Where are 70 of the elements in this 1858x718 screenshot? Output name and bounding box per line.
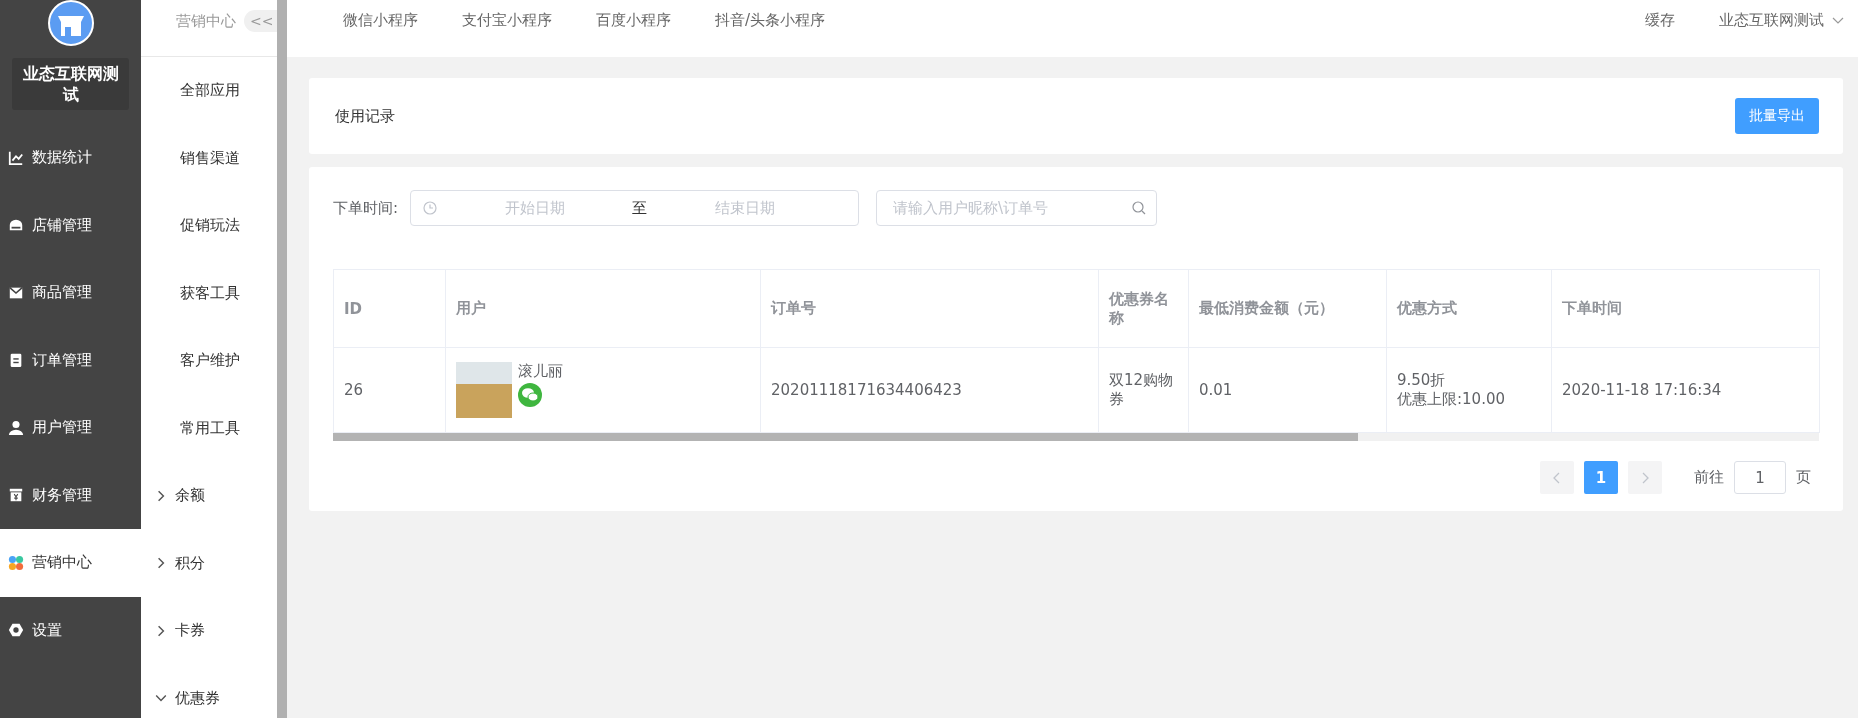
nav-tab[interactable]: 支付宝小程序 xyxy=(462,11,552,30)
submenu-item[interactable]: 客户维护 xyxy=(141,327,277,395)
column-header: 优惠券名称 xyxy=(1098,269,1189,348)
column-header: 订单号 xyxy=(760,269,1099,348)
page-suffix: 页 xyxy=(1796,468,1811,487)
store-logo xyxy=(47,0,94,46)
petals-icon xyxy=(8,554,24,571)
mail-icon xyxy=(8,284,24,301)
nav-tab[interactable]: 百度小程序 xyxy=(596,11,671,30)
chevron-left-icon xyxy=(1553,471,1561,484)
range-separator: 至 xyxy=(632,198,648,218)
nav-item[interactable]: 用户管理 xyxy=(0,394,141,462)
chart-icon xyxy=(8,149,24,166)
user-name: 滚儿丽 xyxy=(518,362,563,381)
submenu-item[interactable]: 常用工具 xyxy=(141,394,277,462)
submenu-item[interactable]: 余额 xyxy=(141,462,277,530)
table-cell: 2020-11-18 17:16:34 xyxy=(1551,347,1820,433)
nav-item[interactable]: 订单管理 xyxy=(0,326,141,394)
cache-link[interactable]: 缓存 xyxy=(1645,11,1675,30)
table-cell: 0.01 xyxy=(1188,347,1387,433)
end-date-placeholder: 结束日期 xyxy=(713,198,776,218)
page-title: 使用记录 xyxy=(335,106,395,126)
photo-placeholder xyxy=(456,362,512,418)
chat-bubbles-icon xyxy=(518,383,542,407)
nav-item[interactable]: 营销中心 xyxy=(0,529,141,597)
submenu-item[interactable]: 优惠券 xyxy=(141,664,277,718)
nav-item[interactable]: 设置 xyxy=(0,596,141,664)
column-header: ID xyxy=(333,269,446,348)
discount-text: 9.50折 xyxy=(1397,371,1447,390)
nav-item[interactable]: 店铺管理 xyxy=(0,191,141,259)
finance-icon xyxy=(8,487,24,504)
hexagon-icon xyxy=(8,622,24,639)
column-header: 优惠方式 xyxy=(1386,269,1552,348)
clock-icon xyxy=(423,201,438,215)
nav-item[interactable]: 财务管理 xyxy=(0,461,141,529)
submenu-item[interactable]: 卡券 xyxy=(141,597,277,665)
menu-title: 营销中心 xyxy=(176,11,236,31)
table-cell: 26 xyxy=(333,347,446,433)
filter-label: 下单时间: xyxy=(333,198,399,218)
search-icon xyxy=(1132,201,1147,215)
discount-text: 优惠上限:10.00 xyxy=(1397,390,1506,409)
submenu-item[interactable]: 积分 xyxy=(141,529,277,597)
account-menu[interactable]: 业态互联网测试 xyxy=(1719,11,1844,30)
start-date-placeholder: 开始日期 xyxy=(503,198,566,218)
goto-label: 前往 xyxy=(1694,468,1724,487)
brand-name: 业态互联网测试 xyxy=(12,58,129,110)
scrollbar[interactable] xyxy=(277,0,287,718)
table-cell: 双12购物券 xyxy=(1098,347,1189,433)
column-header: 下单时间 xyxy=(1551,269,1820,348)
date-range-field[interactable]: 开始日期 至 结束日期 xyxy=(410,190,860,226)
chevron-right-icon xyxy=(1641,471,1649,484)
submenu-item[interactable]: 促销玩法 xyxy=(141,192,277,260)
horizontal-scrollbar[interactable] xyxy=(333,433,1358,441)
nav-tab[interactable]: 微信小程序 xyxy=(343,11,418,30)
nav-item[interactable]: 商品管理 xyxy=(0,259,141,327)
chevron-icon xyxy=(1832,16,1844,25)
column-header: 用户 xyxy=(445,269,761,348)
nav-item[interactable]: 数据统计 xyxy=(0,124,141,192)
table-cell: 20201118171634406423 xyxy=(760,347,1099,433)
user-icon xyxy=(8,419,24,436)
next-page-button[interactable] xyxy=(1628,461,1662,494)
submenu-item[interactable]: 全部应用 xyxy=(141,57,277,125)
prev-page-button[interactable] xyxy=(1540,461,1574,494)
nav-tab[interactable]: 抖音/头条小程序 xyxy=(715,11,826,30)
submenu-item[interactable]: 获客工具 xyxy=(141,259,277,327)
page-input[interactable]: 1 xyxy=(1734,461,1786,494)
search-placeholder: 请输入用户昵称\订单号 xyxy=(893,198,1049,218)
submenu-item[interactable]: 销售渠道 xyxy=(141,124,277,192)
column-header: 最低消费金额（元） xyxy=(1188,269,1387,348)
clipboard-icon xyxy=(8,352,24,369)
